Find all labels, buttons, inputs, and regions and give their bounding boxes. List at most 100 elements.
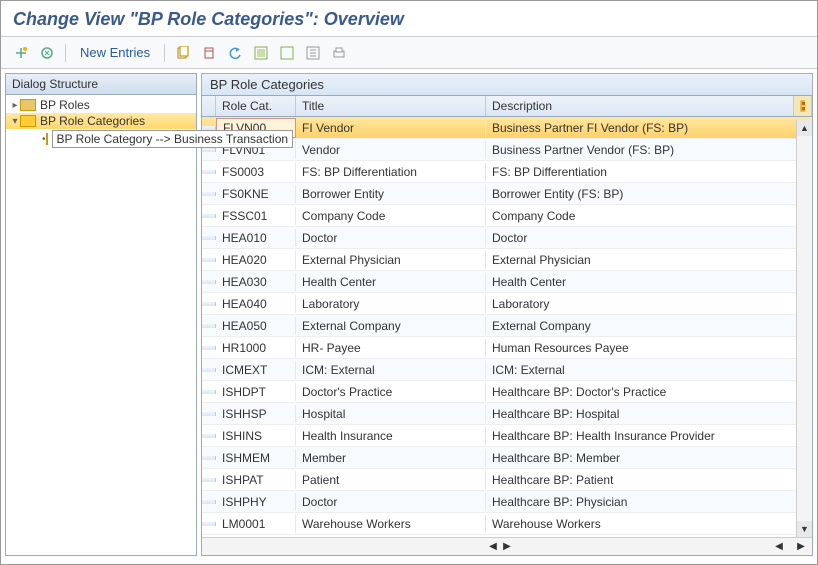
tree-node-bp-role-category-bt[interactable]: • BP Role Category --> Business Transact… — [6, 129, 196, 149]
table-row[interactable]: HEA050External CompanyExternal Company — [202, 315, 812, 337]
cell-description[interactable]: Warehouse Workers — [486, 515, 812, 533]
cell-role-cat[interactable]: HEA030 — [216, 273, 296, 291]
table-row[interactable]: HEA010DoctorDoctor — [202, 227, 812, 249]
cell-title[interactable]: Health Center — [296, 273, 486, 291]
cell-role-cat[interactable]: HEA050 — [216, 317, 296, 335]
cell-description[interactable]: Healthcare BP: Member — [486, 449, 812, 467]
cell-role-cat[interactable]: HR1000 — [216, 339, 296, 357]
table-row[interactable]: ISHPATPatientHealthcare BP: Patient — [202, 469, 812, 491]
table-row[interactable]: ISHMEMMemberHealthcare BP: Member — [202, 447, 812, 469]
cell-title[interactable]: Laboratory — [296, 295, 486, 313]
cell-description[interactable]: Business Partner Vendor (FS: BP) — [486, 141, 812, 159]
row-selector[interactable] — [202, 522, 216, 526]
row-selector[interactable] — [202, 192, 216, 196]
config-icon[interactable] — [303, 43, 323, 63]
cell-title[interactable]: External Company — [296, 317, 486, 335]
table-row[interactable]: FS0KNEBorrower EntityBorrower Entity (FS… — [202, 183, 812, 205]
table-row[interactable]: FSSC01Company CodeCompany Code — [202, 205, 812, 227]
cell-description[interactable]: Company Code — [486, 207, 812, 225]
row-selector[interactable] — [202, 346, 216, 350]
cell-title[interactable]: Borrower Entity — [296, 185, 486, 203]
horizontal-scrollbar[interactable]: ◀ ▶ ◀ ▶ — [202, 537, 812, 555]
tree-node-bp-role-categories[interactable]: ▾ BP Role Categories — [6, 113, 196, 129]
cell-title[interactable]: Doctor — [296, 229, 486, 247]
row-selector[interactable] — [202, 500, 216, 504]
row-selector[interactable] — [202, 324, 216, 328]
scroll-up-icon[interactable]: ▲ — [797, 120, 812, 136]
cell-description[interactable]: Business Partner FI Vendor (FS: BP) — [486, 119, 812, 137]
cell-role-cat[interactable]: HEA010 — [216, 229, 296, 247]
row-selector[interactable] — [202, 126, 216, 130]
cell-description[interactable]: FS: BP Differentiation — [486, 163, 812, 181]
cell-description[interactable]: Healthcare BP: Physician — [486, 493, 812, 511]
col-description[interactable]: Description — [486, 96, 794, 116]
cell-description[interactable]: Healthcare BP: Hospital — [486, 405, 812, 423]
cell-role-cat[interactable]: HEA040 — [216, 295, 296, 313]
cell-description[interactable]: Doctor — [486, 229, 812, 247]
cell-title[interactable]: Health Insurance — [296, 427, 486, 445]
select-all-icon[interactable] — [251, 43, 271, 63]
table-row[interactable]: FS0003FS: BP DifferentiationFS: BP Diffe… — [202, 161, 812, 183]
cell-description[interactable]: Healthcare BP: Health Insurance Provider — [486, 427, 812, 445]
cell-role-cat[interactable]: ICMEXT — [216, 361, 296, 379]
cell-role-cat[interactable]: FS0003 — [216, 163, 296, 181]
scroll-down-icon[interactable]: ▼ — [797, 521, 812, 537]
table-row[interactable]: ISHHSPHospitalHealthcare BP: Hospital — [202, 403, 812, 425]
row-selector[interactable] — [202, 434, 216, 438]
cell-title[interactable]: External Physician — [296, 251, 486, 269]
table-row[interactable]: ICMEXTICM: ExternalICM: External — [202, 359, 812, 381]
cell-title[interactable]: Doctor's Practice — [296, 383, 486, 401]
table-row[interactable]: ISHDPTDoctor's PracticeHealthcare BP: Do… — [202, 381, 812, 403]
copy-icon[interactable] — [173, 43, 193, 63]
cell-title[interactable]: Warehouse Workers — [296, 515, 486, 533]
cell-role-cat[interactable]: FS0KNE — [216, 185, 296, 203]
page-left-icon[interactable]: ◀ — [772, 541, 786, 552]
cell-description[interactable]: Health Center — [486, 273, 812, 291]
row-selector[interactable] — [202, 236, 216, 240]
table-row[interactable]: FLVN01VendorBusiness Partner Vendor (FS:… — [202, 139, 812, 161]
table-row[interactable]: ISHPHYDoctorHealthcare BP: Physician — [202, 491, 812, 513]
cell-title[interactable]: Hospital — [296, 405, 486, 423]
page-right-icon[interactable]: ▶ — [794, 541, 808, 552]
cell-title[interactable]: Company Code — [296, 207, 486, 225]
collapse-icon[interactable]: ▾ — [10, 116, 20, 127]
toggle-icon[interactable] — [11, 43, 31, 63]
cell-role-cat[interactable]: HEA020 — [216, 251, 296, 269]
cell-role-cat[interactable]: ISHPAT — [216, 471, 296, 489]
cell-role-cat[interactable]: ISHPHY — [216, 493, 296, 511]
cell-description[interactable]: External Company — [486, 317, 812, 335]
tree-node-bp-roles[interactable]: ▸ BP Roles — [6, 97, 196, 113]
undo-icon[interactable] — [225, 43, 245, 63]
col-role-cat[interactable]: Role Cat. — [216, 96, 296, 116]
row-selector[interactable] — [202, 456, 216, 460]
new-entries-button[interactable]: New Entries — [74, 43, 156, 62]
table-row[interactable]: HEA030Health CenterHealth Center — [202, 271, 812, 293]
col-selector[interactable] — [202, 96, 216, 116]
row-selector[interactable] — [202, 280, 216, 284]
row-selector[interactable] — [202, 170, 216, 174]
cell-role-cat[interactable]: LM0001 — [216, 515, 296, 533]
col-title[interactable]: Title — [296, 96, 486, 116]
cell-title[interactable]: ICM: External — [296, 361, 486, 379]
cell-title[interactable]: Patient — [296, 471, 486, 489]
vertical-scrollbar[interactable]: ▲ ▼ — [796, 120, 812, 537]
delete-icon[interactable] — [199, 43, 219, 63]
cell-description[interactable]: Borrower Entity (FS: BP) — [486, 185, 812, 203]
expand-icon[interactable]: ▸ — [10, 100, 20, 111]
table-row[interactable]: HEA040LaboratoryLaboratory — [202, 293, 812, 315]
cell-title[interactable]: FI Vendor — [296, 119, 486, 137]
cell-title[interactable]: Member — [296, 449, 486, 467]
row-selector[interactable] — [202, 390, 216, 394]
row-selector[interactable] — [202, 302, 216, 306]
cell-description[interactable]: External Physician — [486, 251, 812, 269]
table-row[interactable]: ISHINSHealth InsuranceHealthcare BP: Hea… — [202, 425, 812, 447]
table-row[interactable]: HEA020External PhysicianExternal Physici… — [202, 249, 812, 271]
cell-description[interactable]: Healthcare BP: Patient — [486, 471, 812, 489]
cell-title[interactable]: HR- Payee — [296, 339, 486, 357]
row-selector[interactable] — [202, 258, 216, 262]
refresh-icon[interactable] — [37, 43, 57, 63]
deselect-icon[interactable] — [277, 43, 297, 63]
cell-title[interactable]: Vendor — [296, 141, 486, 159]
print-icon[interactable] — [329, 43, 349, 63]
scroll-left-icon[interactable]: ◀ — [486, 541, 500, 552]
